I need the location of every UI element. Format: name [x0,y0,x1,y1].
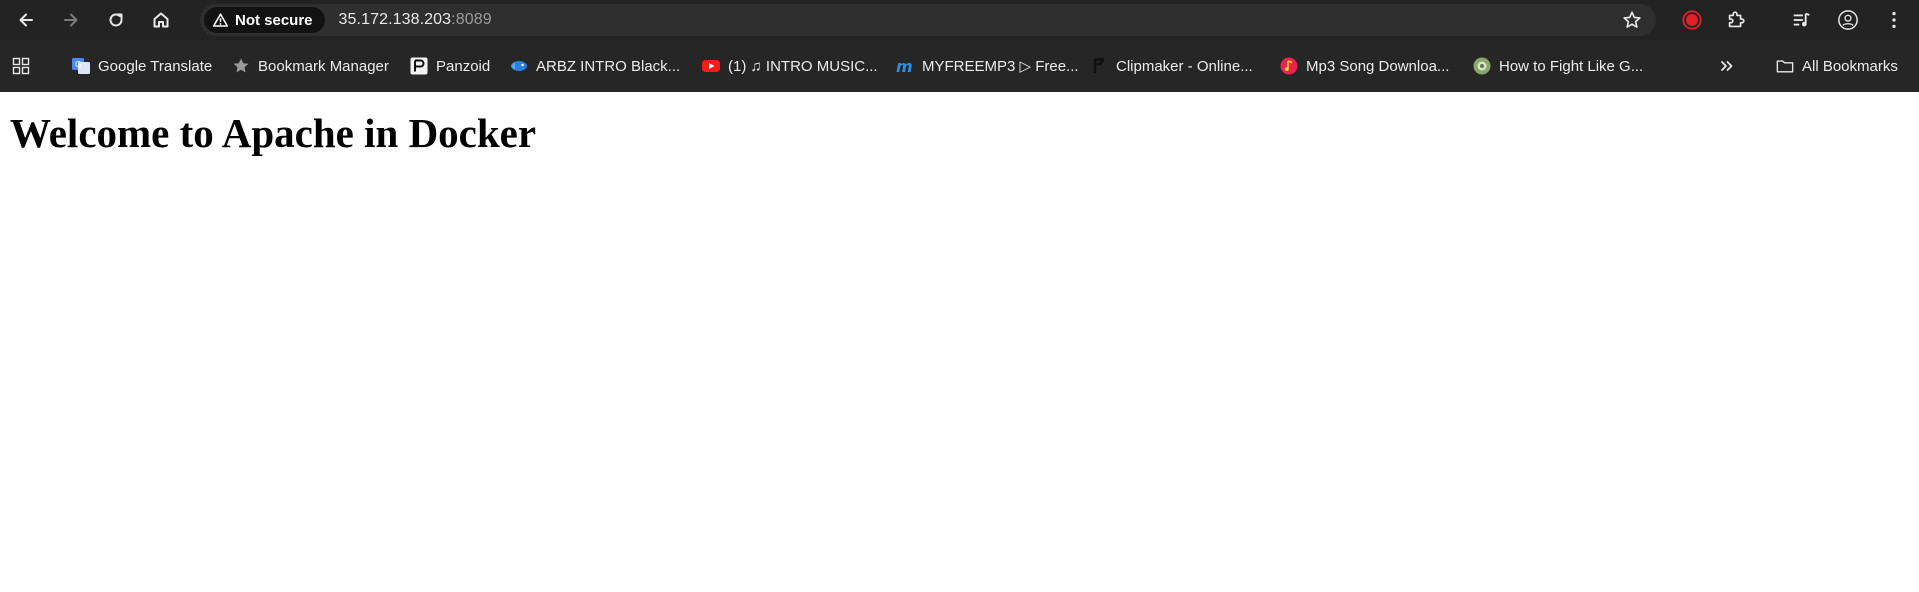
bookmark-label: Google Translate [98,57,213,75]
globe-icon [1473,57,1491,75]
bookmark-label: (1) ♫ INTRO MUSIC... [728,57,878,75]
bookmark-google-translate[interactable]: G Google Translate [72,54,212,78]
myfreemp3-icon: m [896,57,914,75]
record-icon [1682,10,1702,30]
reload-button[interactable] [100,4,132,36]
kebab-menu-icon [1892,11,1896,29]
page-heading: Welcome to Apache in Docker [10,110,537,156]
fish-icon [510,57,528,75]
page-content: Welcome to Apache in Docker [0,113,1919,154]
url-host: 35.172.138.203 [338,11,452,28]
browser-toolbar: Not secure 35.172.138.203:8089 [0,0,1919,40]
bookmarks-bar: G Google Translate Bookmark Manager Panz… [0,40,1919,92]
bookmark-star-button[interactable] [1622,10,1642,30]
bookmarks-overflow-button[interactable] [1718,54,1736,78]
address-bar[interactable]: Not secure 35.172.138.203:8089 [200,4,1656,36]
bookmark-label: Bookmark Manager [258,57,389,75]
security-chip[interactable]: Not secure [204,7,325,33]
bookmark-label: Mp3 Song Downloa... [1306,57,1450,75]
bookmark-label: Clipmaker - Online... [1116,57,1253,75]
puzzle-icon [1728,11,1745,28]
youtube-icon [702,57,720,75]
svg-text:m: m [896,57,913,75]
clipmaker-icon [1090,57,1108,75]
music-icon [1280,57,1298,75]
bookmark-intro-music[interactable]: (1) ♫ INTRO MUSIC... [702,54,878,78]
bookmark-label: How to Fight Like G... [1499,57,1644,75]
reload-icon [109,13,123,27]
panzoid-icon [410,57,428,75]
bookmark-arbz-intro[interactable]: ARBZ INTRO Black... [510,54,680,78]
home-button[interactable] [145,4,177,36]
url-text[interactable]: 35.172.138.203:8089 [339,11,492,29]
record-extension-button[interactable] [1680,8,1704,32]
arrow-left-icon [19,13,33,27]
google-translate-icon: G [72,57,90,75]
apps-grid-icon [12,57,30,75]
folder-icon [1776,57,1794,75]
chevron-double-right-icon [1718,57,1736,75]
browser-menu-button[interactable] [1882,8,1906,32]
profile-avatar-button[interactable] [1836,8,1860,32]
extensions-button[interactable] [1724,8,1748,32]
apps-button[interactable] [12,54,30,78]
star-outline-icon [1623,11,1641,28]
bookmark-mp3-song[interactable]: Mp3 Song Downloa... [1280,54,1449,78]
all-bookmarks-label: All Bookmarks [1802,57,1898,75]
avatar-icon [1838,10,1858,30]
url-port: :8089 [451,11,492,28]
security-label: Not secure [235,11,313,29]
bookmark-bookmark-manager[interactable]: Bookmark Manager [232,54,389,78]
arrow-right-icon [64,13,78,27]
svg-text:G: G [75,60,81,69]
bookmark-myfreemp3[interactable]: m MYFREEMP3 ▷ Free... [896,54,1079,78]
media-controls-button[interactable] [1790,8,1814,32]
back-button[interactable] [10,4,42,36]
forward-button[interactable] [55,4,87,36]
bookmark-label: Panzoid [436,57,491,75]
bookmark-clipmaker[interactable]: Clipmaker - Online... [1090,54,1253,78]
all-bookmarks-button[interactable]: All Bookmarks [1776,54,1898,78]
bookmark-label: MYFREEMP3 ▷ Free... [922,58,1079,75]
playlist-music-icon [1793,12,1810,27]
bookmark-label: ARBZ INTRO Black... [536,57,681,75]
bookmark-how-to-fight[interactable]: How to Fight Like G... [1473,54,1643,78]
bookmark-panzoid[interactable]: Panzoid [410,54,490,78]
home-icon [153,12,169,28]
star-icon [232,57,250,75]
warning-icon [212,12,229,27]
